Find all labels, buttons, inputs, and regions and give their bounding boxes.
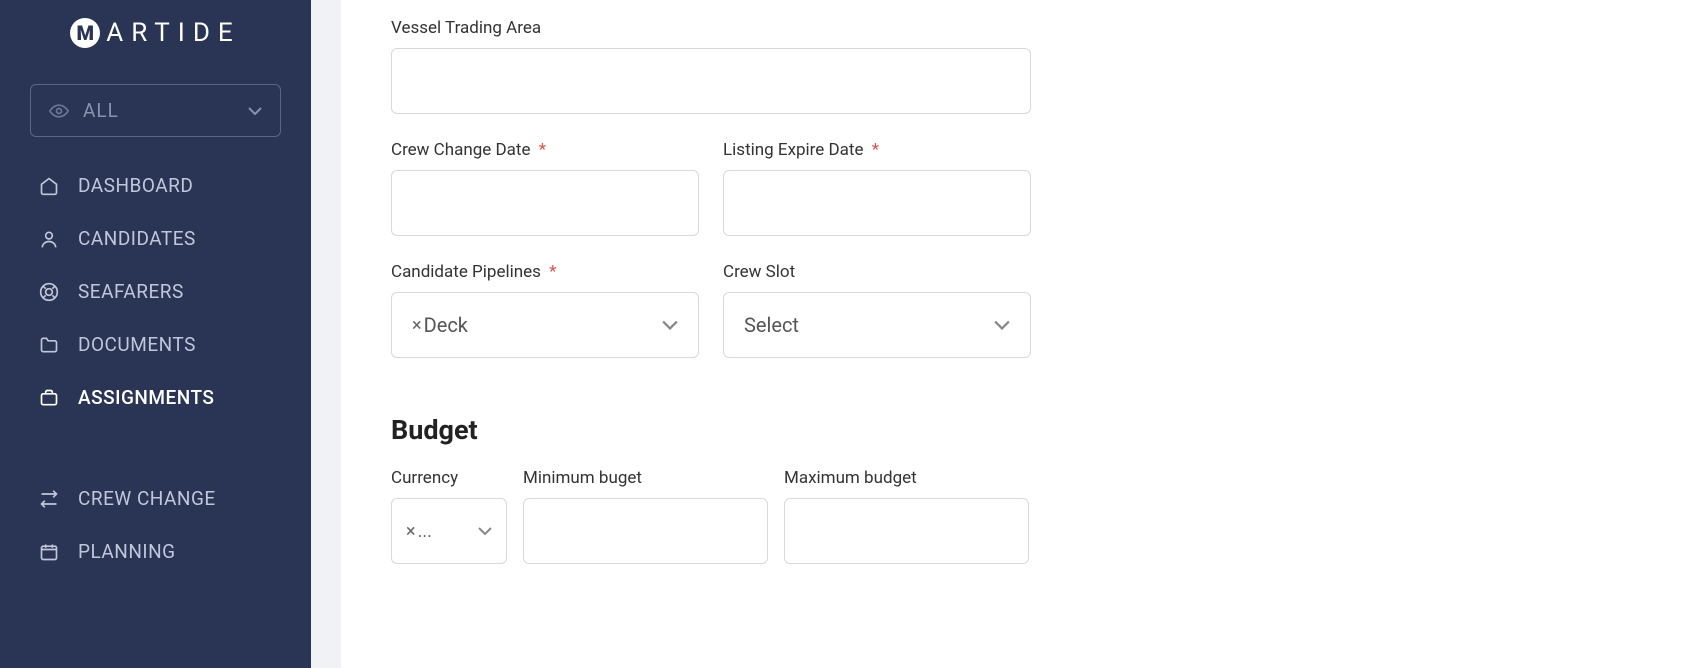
main-content: Vessel Trading Area Crew Change Date * L… — [341, 0, 1708, 668]
input-crew-change-date[interactable] — [391, 170, 699, 236]
input-listing-expire-date[interactable] — [723, 170, 1031, 236]
chevron-down-icon — [662, 320, 678, 330]
calendar-icon — [38, 542, 60, 562]
label-max-budget: Maximum budget — [784, 468, 1029, 488]
field-vessel-trading-area: Vessel Trading Area — [391, 18, 1031, 114]
lifebuoy-icon — [38, 282, 60, 302]
input-vessel-trading-area[interactable] — [391, 48, 1031, 114]
nav-item-crew-change[interactable]: CREW CHANGE — [0, 472, 311, 525]
nav-item-documents[interactable]: DOCUMENTS — [0, 318, 311, 371]
nav-item-dashboard[interactable]: DASHBOARD — [0, 159, 311, 212]
field-crew-change-date: Crew Change Date * — [391, 140, 699, 236]
nav-label: DASHBOARD — [78, 174, 193, 197]
label-min-budget: Minimum buget — [523, 468, 768, 488]
select-value: ... — [418, 521, 432, 542]
input-max-budget[interactable] — [784, 498, 1029, 564]
field-listing-expire-date: Listing Expire Date * — [723, 140, 1031, 236]
home-icon — [38, 176, 60, 196]
close-icon[interactable]: × — [412, 315, 422, 336]
field-candidate-pipelines: Candidate Pipelines * × Deck — [391, 262, 699, 358]
chevron-down-icon — [478, 527, 492, 535]
field-currency: Currency × ... — [391, 468, 507, 564]
label-candidate-pipelines: Candidate Pipelines * — [391, 262, 699, 282]
required-mark: * — [549, 262, 556, 282]
required-mark: * — [872, 140, 879, 160]
nav-label: CREW CHANGE — [78, 487, 216, 510]
label-crew-change-date: Crew Change Date * — [391, 140, 699, 160]
close-icon[interactable]: × — [406, 521, 416, 542]
field-max-budget: Maximum budget — [784, 468, 1029, 564]
select-placeholder: Select — [744, 313, 799, 337]
nav-label: DOCUMENTS — [78, 333, 196, 356]
select-currency[interactable]: × ... — [391, 498, 507, 564]
nav-item-planning[interactable]: PLANNING — [0, 525, 311, 578]
nav-label: PLANNING — [78, 540, 176, 563]
nav-primary: DASHBOARD CANDIDATES SEAFARERS DOCUMENTS… — [0, 159, 311, 578]
swap-icon — [38, 489, 60, 509]
input-min-budget[interactable] — [523, 498, 768, 564]
nav-label: SEAFARERS — [78, 280, 184, 303]
label-listing-expire-date: Listing Expire Date * — [723, 140, 1031, 160]
required-mark: * — [539, 140, 546, 160]
nav-item-candidates[interactable]: CANDIDATES — [0, 212, 311, 265]
chevron-down-icon — [994, 320, 1010, 330]
nav-item-seafarers[interactable]: SEAFARERS — [0, 265, 311, 318]
logo: M ARTIDE — [0, 18, 311, 48]
label-crew-slot: Crew Slot — [723, 262, 1031, 282]
select-value: Deck — [424, 313, 468, 337]
folder-icon — [38, 335, 60, 355]
nav-item-assignments[interactable]: ASSIGNMENTS — [0, 371, 311, 424]
filter-select[interactable]: ALL — [30, 84, 281, 137]
label-vessel-trading-area: Vessel Trading Area — [391, 18, 1031, 38]
sidebar: M ARTIDE ALL DASHBOARD CANDIDATES — [0, 0, 311, 668]
user-icon — [38, 229, 60, 249]
select-candidate-pipelines[interactable]: × Deck — [391, 292, 699, 358]
chevron-down-icon — [248, 107, 262, 115]
section-title-budget: Budget — [391, 414, 1031, 446]
select-crew-slot[interactable]: Select — [723, 292, 1031, 358]
logo-text: ARTIDE — [106, 18, 240, 48]
nav-label: CANDIDATES — [78, 227, 196, 250]
field-min-budget: Minimum buget — [523, 468, 768, 564]
eye-icon — [49, 104, 69, 118]
filter-label: ALL — [83, 99, 234, 122]
briefcase-icon — [38, 388, 60, 408]
label-currency: Currency — [391, 468, 507, 488]
field-crew-slot: Crew Slot Select — [723, 262, 1031, 358]
logo-mark-icon: M — [70, 18, 100, 48]
nav-label: ASSIGNMENTS — [78, 386, 214, 409]
